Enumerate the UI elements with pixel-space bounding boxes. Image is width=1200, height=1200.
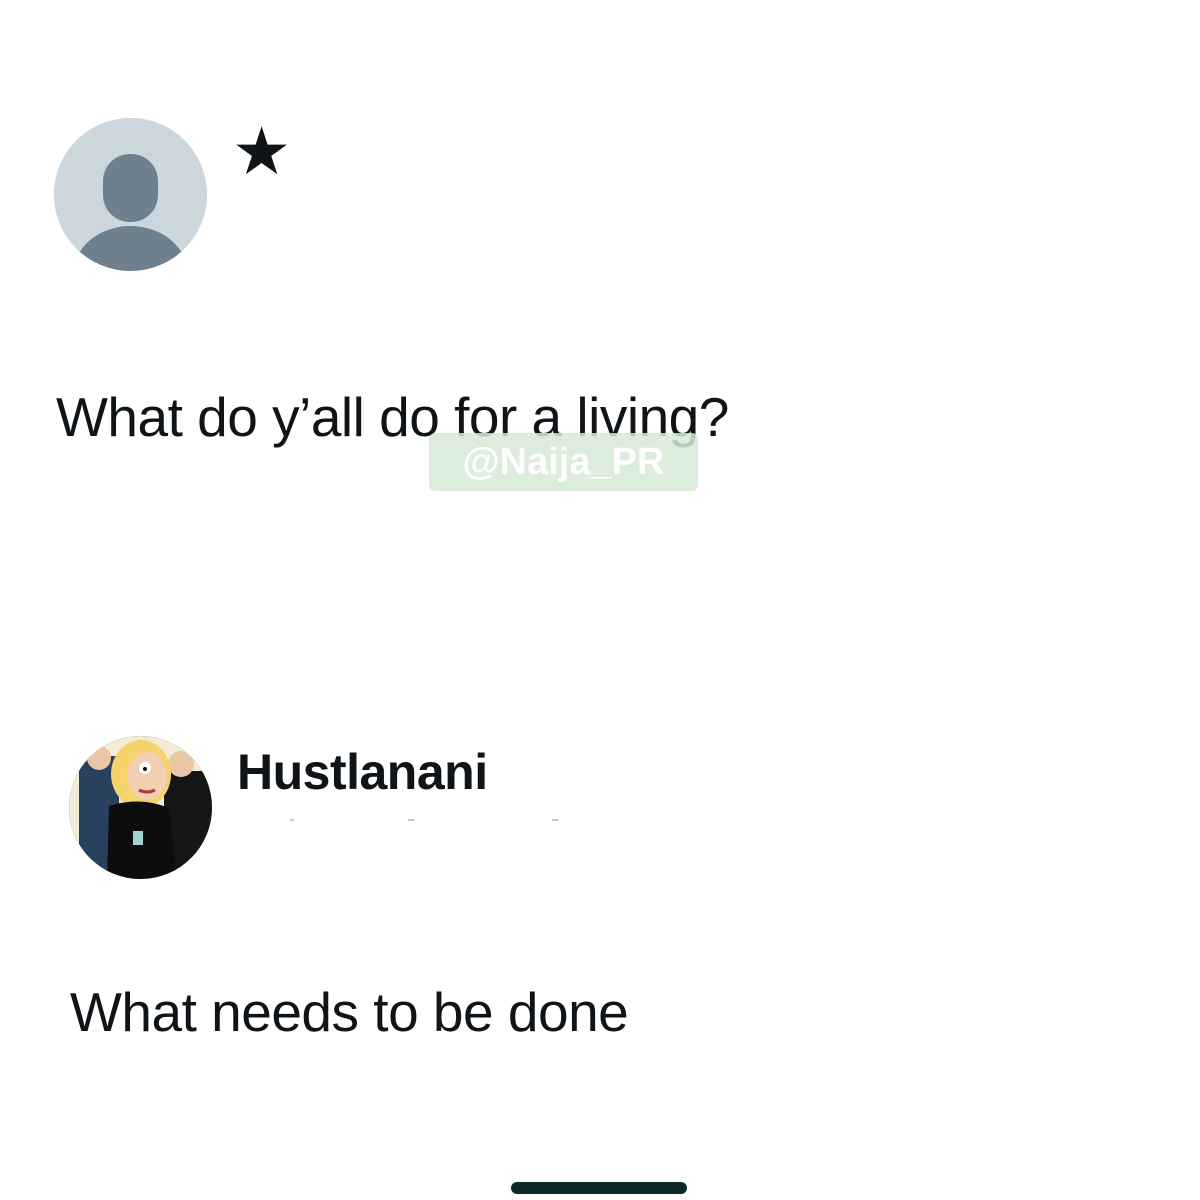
username[interactable]: Hustlanani [237,744,488,800]
cartoon-avatar-icon[interactable] [69,736,212,879]
watermark: @Naija_PR [429,433,698,491]
redacted-handle [290,819,558,821]
home-indicator[interactable] [511,1182,687,1194]
star-icon: ★ [232,114,292,188]
default-avatar-icon[interactable] [54,118,207,271]
reply-text: What needs to be done [70,981,629,1043]
